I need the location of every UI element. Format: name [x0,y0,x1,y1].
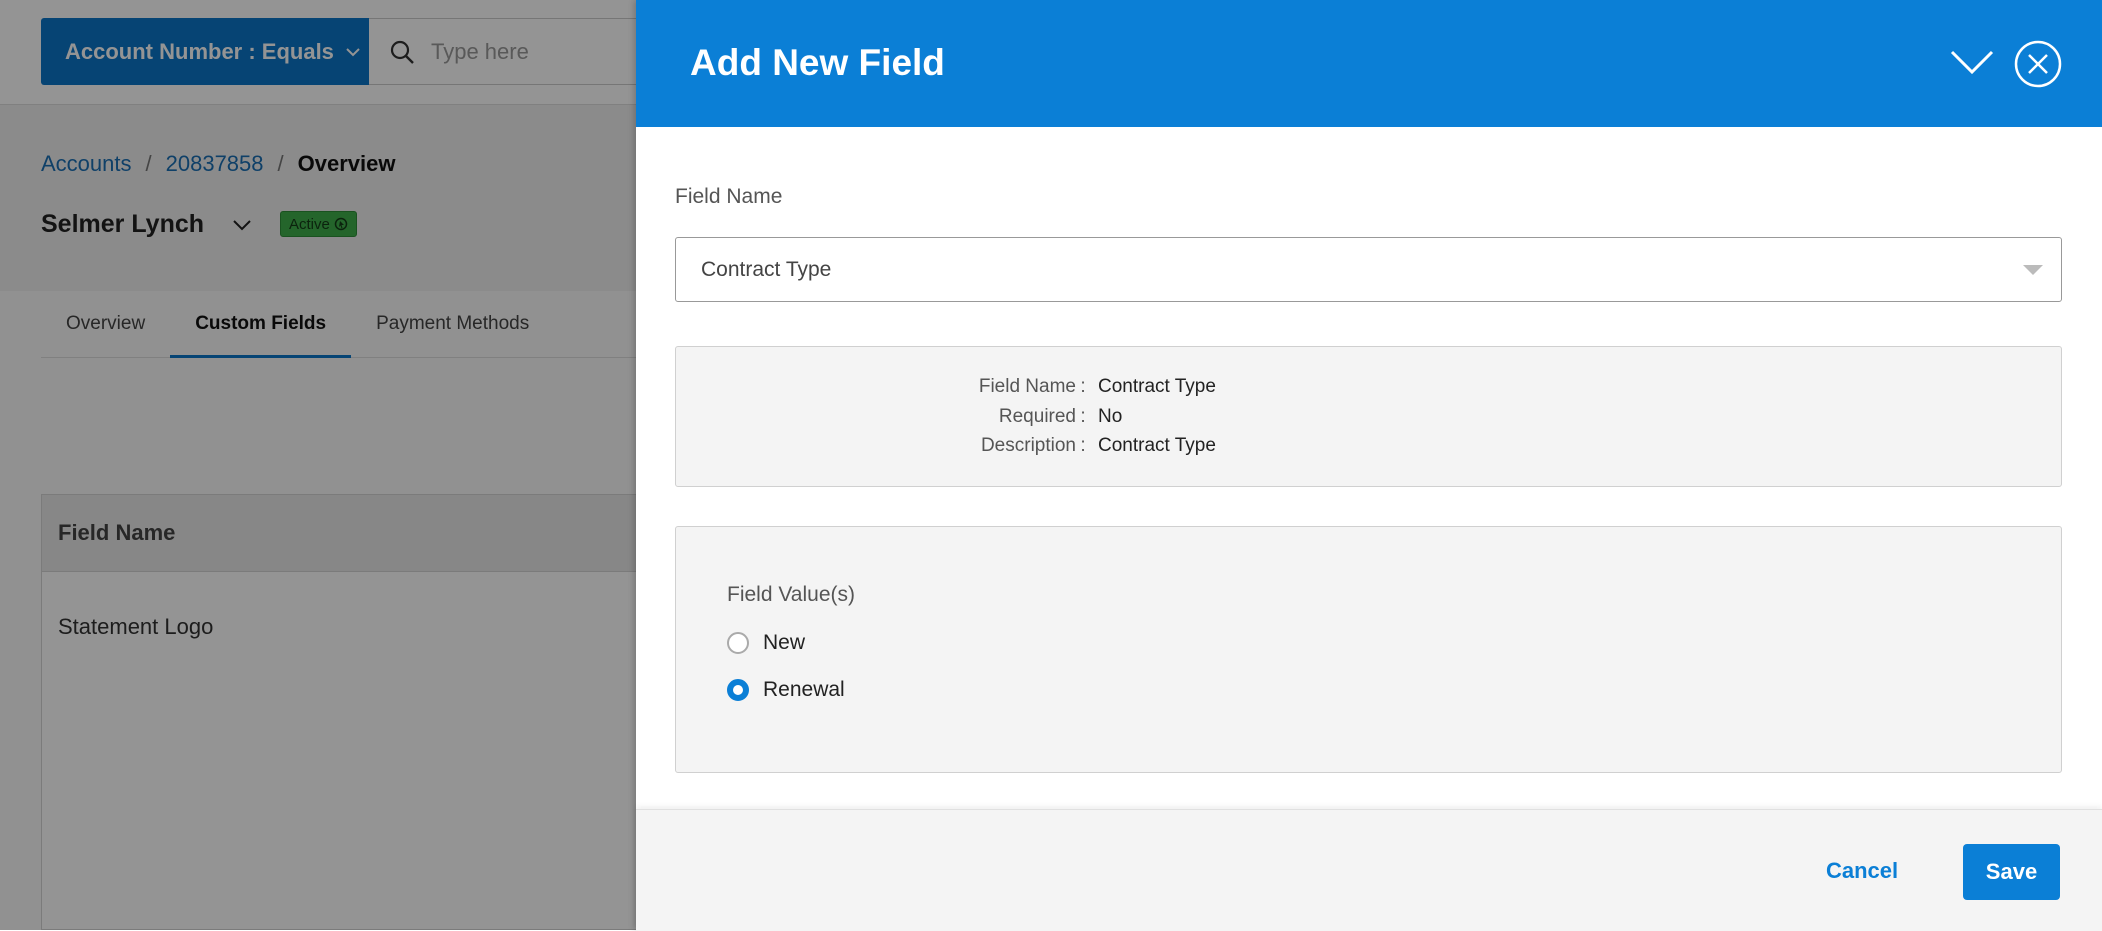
add-field-drawer: Add New Field Field Name Contract Type F… [636,0,2102,931]
radio-button[interactable] [727,679,749,701]
info-colon: : [1080,406,1086,427]
field-values-panel: Field Value(s) New Renewal [675,526,2062,773]
field-values-label: Field Value(s) [727,583,855,606]
info-colon: : [1080,435,1086,456]
field-name-label: Field Name [675,185,783,208]
radio-label: Renewal [763,678,845,701]
cancel-button[interactable]: Cancel [1816,843,1908,899]
save-button[interactable]: Save [1963,844,2060,900]
info-key: Field Name [978,376,1076,397]
info-value: Contract Type [1098,376,1216,397]
radio-label: New [763,631,806,654]
info-value: Contract Type [1098,435,1216,456]
field-info-panel: Field Name : Contract Type Required : No… [675,346,2062,487]
info-colon: : [1080,376,1086,397]
close-icon[interactable] [2014,40,2062,88]
radio-option-renewal[interactable]: Renewal [727,678,845,702]
drawer-header: Add New Field [636,0,2102,127]
radio-option-new[interactable]: New [727,631,805,655]
drawer-footer: Cancel Save [636,809,2102,931]
info-key: Description [980,435,1076,456]
info-row-field-name: Field Name : Contract Type [676,376,2063,398]
info-value: No [1098,406,1123,427]
caret-down-icon [2023,265,2043,275]
radio-button[interactable] [727,632,749,654]
drawer-title: Add New Field [690,42,945,83]
field-name-select[interactable]: Contract Type [675,237,2062,302]
info-key: Required [998,406,1076,427]
info-row-required: Required : No [676,406,2063,428]
chevron-down-icon[interactable] [1948,44,1996,80]
field-name-selected-value: Contract Type [701,257,832,281]
info-row-description: Description : Contract Type [676,435,2063,457]
